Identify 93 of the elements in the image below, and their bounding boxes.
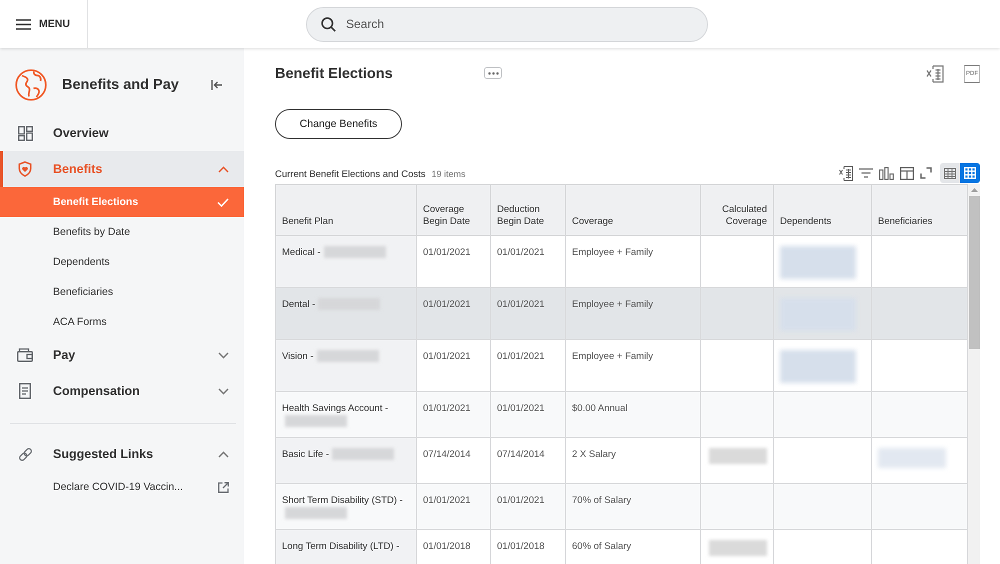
deduction-begin-date: 07/14/2014 — [497, 449, 545, 460]
layout-icon[interactable] — [900, 166, 914, 180]
coverage-amount: $0.00 Annual — [572, 403, 628, 414]
coverage-begin-date: 01/01/2021 — [423, 299, 471, 310]
table-row[interactable]: Dental - 01/01/2021 01/01/2021 Employee + Family — [276, 288, 968, 340]
column-header: Dependents — [774, 184, 872, 236]
column-header: Calculated Coverage — [700, 184, 774, 236]
nav-subitem[interactable]: ACA Forms — [0, 307, 244, 337]
coverage-amount: 70% of Salary — [572, 495, 632, 506]
column-header: Benefit Plan — [276, 184, 416, 236]
menu-icon — [16, 18, 31, 30]
table-row[interactable]: Vision - 01/01/2021 01/01/2021 Employee + Family — [276, 340, 968, 392]
redacted-block — [285, 415, 347, 427]
redacted-block — [285, 507, 347, 519]
deduction-begin-date: 01/01/2021 — [497, 299, 545, 310]
coverage-amount: Employee + Family — [572, 351, 654, 362]
redacted-block — [878, 448, 946, 468]
plan-name: Vision - — [282, 351, 314, 362]
bar-chart-icon[interactable] — [879, 166, 894, 180]
coverage-begin-date: 01/01/2021 — [423, 247, 471, 258]
scrollbar[interactable] — [968, 184, 980, 564]
deduction-begin-date: 01/01/2021 — [497, 403, 545, 414]
plan-name: Health Savings Account - — [282, 403, 388, 414]
column-header: Coverage Begin Date — [416, 184, 490, 236]
nav-subitem[interactable]: Benefits by Date — [0, 217, 244, 247]
plan-name: Long Term Disability (LTD) - — [282, 541, 400, 552]
table-row[interactable]: Long Term Disability (LTD) - 01/01/2018 01/01/2018 60% of Salary — [276, 530, 968, 564]
coverage-amount: Employee + Family — [572, 299, 654, 310]
coverage-amount: 60% of Salary — [572, 541, 632, 552]
filter-icon[interactable] — [859, 167, 873, 179]
menu-button[interactable]: MENU — [0, 0, 88, 48]
redacted-block — [709, 448, 767, 464]
spreadsheet-icon — [926, 65, 944, 83]
more-actions-button[interactable] — [484, 67, 502, 79]
deduction-begin-date: 01/01/2021 — [497, 351, 545, 362]
grid-icon — [18, 126, 32, 140]
table-title: Current Benefit Elections and Costs — [275, 168, 426, 180]
table-icon — [944, 168, 956, 178]
search-field[interactable]: Search — [306, 6, 708, 42]
action-button[interactable]: Change Benefits — [275, 109, 402, 139]
suggested-link[interactable]: Declare COVID-19 Vaccin... — [0, 472, 244, 502]
spreadsheet-icon[interactable] — [839, 166, 853, 180]
nav-subitem[interactable]: Beneficiaries — [0, 277, 244, 307]
external-link-icon — [218, 482, 229, 492]
deduction-begin-date: 01/01/2018 — [497, 541, 545, 552]
collapse-icon — [211, 80, 222, 90]
coverage-begin-date: 01/01/2021 — [423, 495, 471, 506]
table-row[interactable]: Health Savings Account - 01/01/2021 01/01/2021 $0.00 Annual — [276, 392, 968, 438]
redacted-block — [316, 350, 379, 362]
link-icon — [18, 446, 32, 462]
nav-item[interactable]: Overview — [0, 115, 244, 151]
nav-item[interactable]: Pay — [0, 337, 244, 373]
coverage-begin-date: 01/01/2018 — [423, 541, 471, 552]
nav-subitem[interactable]: Dependents — [0, 247, 244, 277]
scrollbar-thumb[interactable] — [968, 196, 980, 349]
search-icon — [321, 16, 336, 32]
shield-heart-icon — [18, 161, 32, 177]
nav-item[interactable]: Compensation — [0, 373, 244, 409]
plan-name: Dental - — [282, 299, 316, 310]
table-row[interactable]: Medical - 01/01/2021 01/01/2021 Employee + Family — [276, 236, 968, 288]
coverage-begin-date: 01/01/2021 — [423, 403, 471, 414]
column-header: Deduction Begin Date — [490, 184, 566, 236]
wallet-icon — [17, 348, 33, 362]
redacted-block — [324, 246, 386, 258]
expand-icon[interactable] — [920, 167, 932, 179]
plan-name: Medical - — [282, 247, 321, 258]
more-icon — [488, 72, 498, 74]
globe-icon — [15, 69, 47, 101]
collapse-sidebar-button[interactable] — [211, 80, 222, 90]
grid-icon — [964, 167, 976, 179]
column-header: Beneficiaries — [872, 184, 968, 236]
page-title: Benefit Elections — [275, 66, 394, 82]
coverage-amount: Employee + Family — [572, 247, 654, 258]
suggested-links-header[interactable]: Suggested Links — [0, 436, 244, 472]
item-count: 19 items — [432, 169, 466, 179]
plan-name: Short Term Disability (STD) - — [282, 495, 403, 506]
table-row[interactable]: Basic Life - 07/14/2014 07/14/2014 2 X Salary — [276, 438, 968, 484]
coverage-amount: 2 X Salary — [572, 449, 616, 460]
document-icon — [19, 383, 31, 399]
grid-view-button[interactable] — [960, 163, 980, 183]
coverage-begin-date: 07/14/2014 — [423, 449, 471, 460]
coverage-begin-date: 01/01/2021 — [423, 351, 471, 362]
column-header: Coverage — [566, 184, 700, 236]
excel-export-button[interactable] — [926, 65, 944, 83]
redacted-block — [709, 540, 767, 556]
table-view-button[interactable] — [940, 163, 960, 183]
deduction-begin-date: 01/01/2021 — [497, 247, 545, 258]
plan-name: Basic Life - — [282, 449, 329, 460]
sidebar-title: Benefits and Pay — [62, 77, 179, 93]
check-icon — [217, 198, 229, 206]
deduction-begin-date: 01/01/2021 — [497, 495, 545, 506]
redacted-block — [332, 448, 394, 460]
table-row[interactable]: Short Term Disability (STD) - 01/01/2021 01/01/2021 70% of Salary — [276, 484, 968, 530]
